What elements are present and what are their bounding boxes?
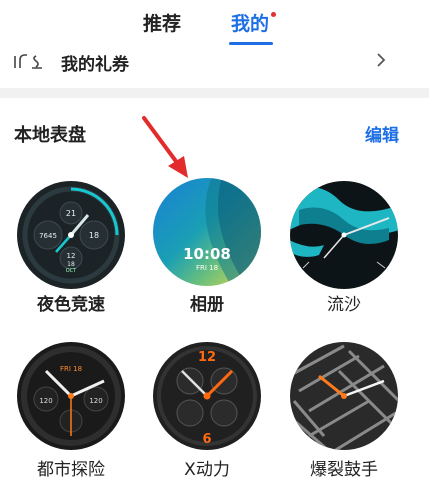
watch-face-label: 夜色竞速	[37, 295, 105, 315]
coupon-icon	[14, 54, 42, 69]
watch-face-night-race[interactable]: 21 7645 18 12 18 OCT 夜色竞速	[16, 180, 126, 315]
watch-face-album[interactable]: 10:08 FRI 18 相册	[152, 177, 262, 315]
album-date: FRI 18	[196, 264, 218, 272]
night-race-text-5: 18	[67, 261, 75, 268]
urban-date: FRI 18	[60, 365, 82, 373]
night-race-text-4: 12	[67, 252, 76, 260]
edit-button[interactable]: 编辑	[365, 121, 399, 146]
watch-face-whiplash[interactable]: 爆裂鼓手	[289, 341, 399, 480]
tab-recommend[interactable]: 推荐	[143, 9, 181, 36]
tab-mine[interactable]: 我的	[231, 9, 277, 36]
urban-value-2: 120	[89, 397, 102, 405]
watch-face-label: 都市探险	[37, 460, 105, 480]
watch-face-quicksand[interactable]: 流沙	[289, 180, 399, 315]
tab-mine-label: 我的	[231, 13, 270, 35]
x-power-6: 6	[202, 432, 211, 447]
quicksand-face-image	[290, 181, 398, 289]
night-race-text-6: OCT	[66, 268, 77, 274]
x-power-face-image: 12 6	[153, 342, 261, 450]
my-coupons-row[interactable]: 我的礼券	[0, 44, 429, 78]
annotation-arrow-icon	[142, 116, 188, 178]
chevron-right-icon	[377, 53, 386, 67]
watch-face-x-power[interactable]: 12 6 X动力	[152, 341, 262, 480]
whiplash-face-image	[290, 342, 398, 450]
album-face-image: 10:08 FRI 18	[153, 178, 261, 286]
watch-face-urban-explore[interactable]: FRI 18 120 120 都市探险	[16, 341, 126, 480]
section-divider	[0, 88, 429, 98]
night-race-text-2: 7645	[39, 232, 57, 240]
night-race-text-1: 21	[66, 209, 76, 218]
notification-dot	[271, 12, 277, 17]
section-title: 本地表盘	[14, 125, 86, 146]
night-race-face-image: 21 7645 18 12 18 OCT	[17, 181, 125, 289]
urban-value-1: 120	[39, 397, 52, 405]
album-time: 10:08	[183, 245, 231, 263]
top-tab-bar: 推荐 我的	[0, 0, 429, 45]
watch-face-label: 爆裂鼓手	[310, 460, 378, 480]
watch-face-label: 相册	[190, 295, 224, 315]
x-power-12: 12	[198, 350, 216, 365]
watch-face-label: 流沙	[327, 295, 361, 315]
watch-face-label: X动力	[184, 460, 230, 480]
night-race-text-3: 18	[89, 231, 99, 240]
coupon-label: 我的礼券	[61, 55, 129, 75]
urban-explore-face-image: FRI 18 120 120	[17, 342, 125, 450]
